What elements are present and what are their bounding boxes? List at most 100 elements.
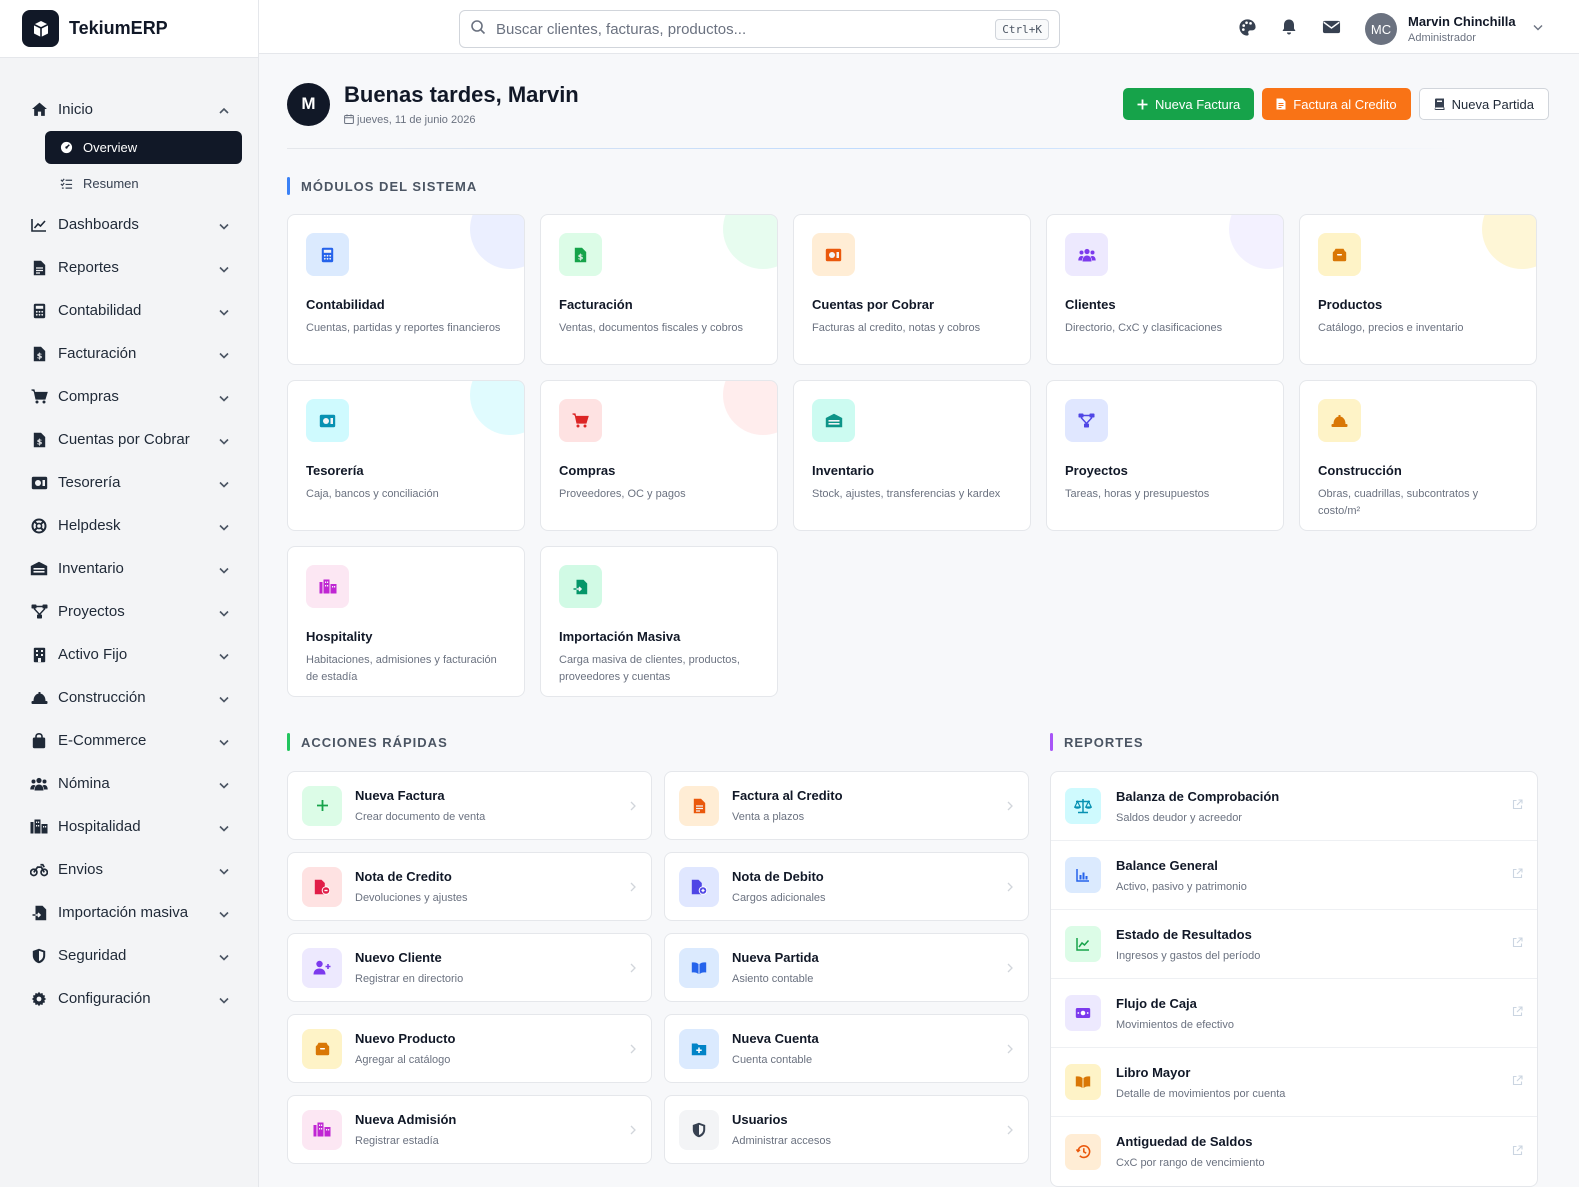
external-link-icon[interactable] <box>1512 866 1523 884</box>
module-card-facturacion[interactable]: $ Facturación Ventas, documentos fiscale… <box>540 214 778 365</box>
external-link-icon[interactable] <box>1512 935 1523 953</box>
new-invoice-button[interactable]: Nueva Factura <box>1123 88 1255 120</box>
quick-action-nota-de-debito[interactable]: Nota de Debito Cargos adicionales <box>664 852 1029 921</box>
sidebar-item-dashboards[interactable]: Dashboards <box>0 203 258 246</box>
report-item-flujo-de-caja[interactable]: Flujo de Caja Movimientos de efectivo <box>1051 979 1537 1048</box>
sidebar-item-e-commerce[interactable]: E-Commerce <box>0 719 258 762</box>
chevron-down-icon[interactable] <box>1532 20 1544 38</box>
chevron-down-icon[interactable] <box>218 348 230 360</box>
search-input[interactable]: Buscar clientes, facturas, productos... … <box>459 10 1060 48</box>
chevron-down-icon[interactable] <box>218 821 230 833</box>
sidebar-item-importacion-masiva[interactable]: Importación masiva <box>0 891 258 934</box>
sidebar-subitem-overview[interactable]: Overview <box>45 131 242 164</box>
sidebar-subitem-resumen[interactable]: Resumen <box>45 167 242 200</box>
external-link-icon[interactable] <box>1512 1073 1523 1091</box>
chevron-down-icon[interactable] <box>218 692 230 704</box>
quick-action-nuevo-producto[interactable]: Nuevo Producto Agregar al catálogo <box>287 1014 652 1083</box>
building-icon <box>30 646 48 664</box>
chevron-down-icon[interactable] <box>218 434 230 446</box>
quick-action-factura-al-credito[interactable]: Factura al Credito Venta a plazos <box>664 771 1029 840</box>
sidebar-item-envios[interactable]: Envios <box>0 848 258 891</box>
chevron-up-icon[interactable] <box>218 104 230 116</box>
sidebar-item-contabilidad[interactable]: Contabilidad <box>0 289 258 332</box>
card-glow <box>1229 215 1283 269</box>
chevron-down-icon[interactable] <box>218 649 230 661</box>
external-link-icon[interactable] <box>1512 1004 1523 1022</box>
sidebar-item-hospitalidad[interactable]: Hospitalidad <box>0 805 258 848</box>
report-item-estado-de-resultados[interactable]: Estado de Resultados Ingresos y gastos d… <box>1051 910 1537 979</box>
bell-icon[interactable] <box>1279 17 1299 37</box>
sidebar-item-construccion[interactable]: Construcción <box>0 676 258 719</box>
chevron-down-icon[interactable] <box>218 778 230 790</box>
module-card-contabilidad[interactable]: Contabilidad Cuentas, partidas y reporte… <box>287 214 525 365</box>
chevron-down-icon[interactable] <box>218 520 230 532</box>
report-item-libro-mayor[interactable]: Libro Mayor Detalle de movimientos por c… <box>1051 1048 1537 1117</box>
report-item-balance-general[interactable]: Balance General Activo, pasivo y patrimo… <box>1051 841 1537 910</box>
sidebar-item-label: Nómina <box>58 775 110 792</box>
module-card-construccion[interactable]: Construcción Obras, cuadrillas, subcontr… <box>1299 380 1537 531</box>
quick-action-nueva-cuenta[interactable]: Nueva Cuenta Cuenta contable <box>664 1014 1029 1083</box>
sidebar-item-inventario[interactable]: Inventario <box>0 547 258 590</box>
chevron-down-icon[interactable] <box>218 262 230 274</box>
report-item-antiguedad-de-saldos[interactable]: Antiguedad de Saldos CxC por rango de ve… <box>1051 1117 1537 1186</box>
quick-action-nueva-factura[interactable]: Nueva Factura Crear documento de venta <box>287 771 652 840</box>
sidebar-item-activo-fijo[interactable]: Activo Fijo <box>0 633 258 676</box>
sidebar-item-label: Contabilidad <box>58 302 142 319</box>
module-card-tesoreria[interactable]: Tesorería Caja, bancos y conciliación <box>287 380 525 531</box>
module-card-inventario[interactable]: Inventario Stock, ajustes, transferencia… <box>793 380 1031 531</box>
module-card-importacion-masiva[interactable]: Importación Masiva Carga masiva de clien… <box>540 546 778 697</box>
chevron-down-icon[interactable] <box>218 305 230 317</box>
palette-icon[interactable] <box>1237 17 1257 37</box>
sidebar-item-tesoreria[interactable]: Tesorería <box>0 461 258 504</box>
module-card-compras[interactable]: Compras Proveedores, OC y pagos <box>540 380 778 531</box>
external-link-icon[interactable] <box>1512 1143 1523 1161</box>
plus-icon <box>302 785 342 826</box>
module-card-cuentas-por-cobrar[interactable]: Cuentas por Cobrar Facturas al credito, … <box>793 214 1031 365</box>
sidebar-item-nomina[interactable]: Nómina <box>0 762 258 805</box>
sidebar-item-label: Importación masiva <box>58 904 189 921</box>
chevron-down-icon[interactable] <box>218 907 230 919</box>
module-card-proyectos[interactable]: Proyectos Tareas, horas y presupuestos <box>1046 380 1284 531</box>
motorcycle-icon <box>30 861 48 879</box>
reports-section: REPORTES Balanza de Comprobación Saldos … <box>1050 733 1538 1187</box>
sidebar-item-seguridad[interactable]: Seguridad <box>0 934 258 977</box>
sidebar-item-inicio[interactable]: Inicio <box>0 88 258 131</box>
sidebar-item-cuentas-por-cobrar[interactable]: $ Cuentas por Cobrar <box>0 418 258 461</box>
module-card-clientes[interactable]: Clientes Directorio, CxC y clasificacion… <box>1046 214 1284 365</box>
chevron-down-icon[interactable] <box>218 477 230 489</box>
sidebar-item-facturacion[interactable]: $ Facturación <box>0 332 258 375</box>
chevron-down-icon[interactable] <box>218 993 230 1005</box>
chevron-down-icon[interactable] <box>218 864 230 876</box>
module-title: Compras <box>559 463 616 478</box>
module-card-hospitality[interactable]: Hospitality Habitaciones, admisiones y f… <box>287 546 525 697</box>
module-card-productos[interactable]: Productos Catálogo, precios e inventario <box>1299 214 1537 365</box>
mail-icon[interactable] <box>1321 17 1341 37</box>
chevron-down-icon[interactable] <box>218 219 230 231</box>
credit-invoice-button[interactable]: Factura al Credito <box>1262 88 1411 120</box>
new-entry-button[interactable]: Nueva Partida <box>1418 88 1549 120</box>
main-area: Buscar clientes, facturas, productos... … <box>259 0 1579 1187</box>
sidebar-item-helpdesk[interactable]: Helpdesk <box>0 504 258 547</box>
module-title: Inventario <box>812 463 875 478</box>
sidebar-item-compras[interactable]: Compras <box>0 375 258 418</box>
chevron-down-icon[interactable] <box>218 563 230 575</box>
chevron-down-icon[interactable] <box>218 735 230 747</box>
module-description: Directorio, CxC y clasificaciones <box>1065 322 1223 334</box>
quick-action-nueva-partida[interactable]: Nueva Partida Asiento contable <box>664 933 1029 1002</box>
quick-actions-title: ACCIONES RÁPIDAS <box>287 733 1029 751</box>
user-menu[interactable]: MC Marvin Chinchilla Administrador <box>1365 13 1544 45</box>
quick-action-title: Nuevo Producto <box>355 1031 456 1046</box>
quick-action-nueva-admision[interactable]: Nueva Admisión Registrar estadía <box>287 1095 652 1164</box>
sidebar-item-reportes[interactable]: Reportes <box>0 246 258 289</box>
quick-action-usuarios[interactable]: Usuarios Administrar accesos <box>664 1095 1029 1164</box>
sidebar-item-proyectos[interactable]: Proyectos <box>0 590 258 633</box>
external-link-icon[interactable] <box>1512 797 1523 815</box>
quick-action-nota-de-credito[interactable]: Nota de Credito Devoluciones y ajustes <box>287 852 652 921</box>
sidebar-item-configuracion[interactable]: Configuración <box>0 977 258 1020</box>
report-item-balanza-de-comprobacion[interactable]: Balanza de Comprobación Saldos deudor y … <box>1051 772 1537 841</box>
chevron-down-icon[interactable] <box>218 950 230 962</box>
chevron-down-icon[interactable] <box>218 606 230 618</box>
quick-action-nuevo-cliente[interactable]: Nuevo Cliente Registrar en directorio <box>287 933 652 1002</box>
chevron-down-icon[interactable] <box>218 391 230 403</box>
brand[interactable]: TekiumERP <box>0 0 258 58</box>
